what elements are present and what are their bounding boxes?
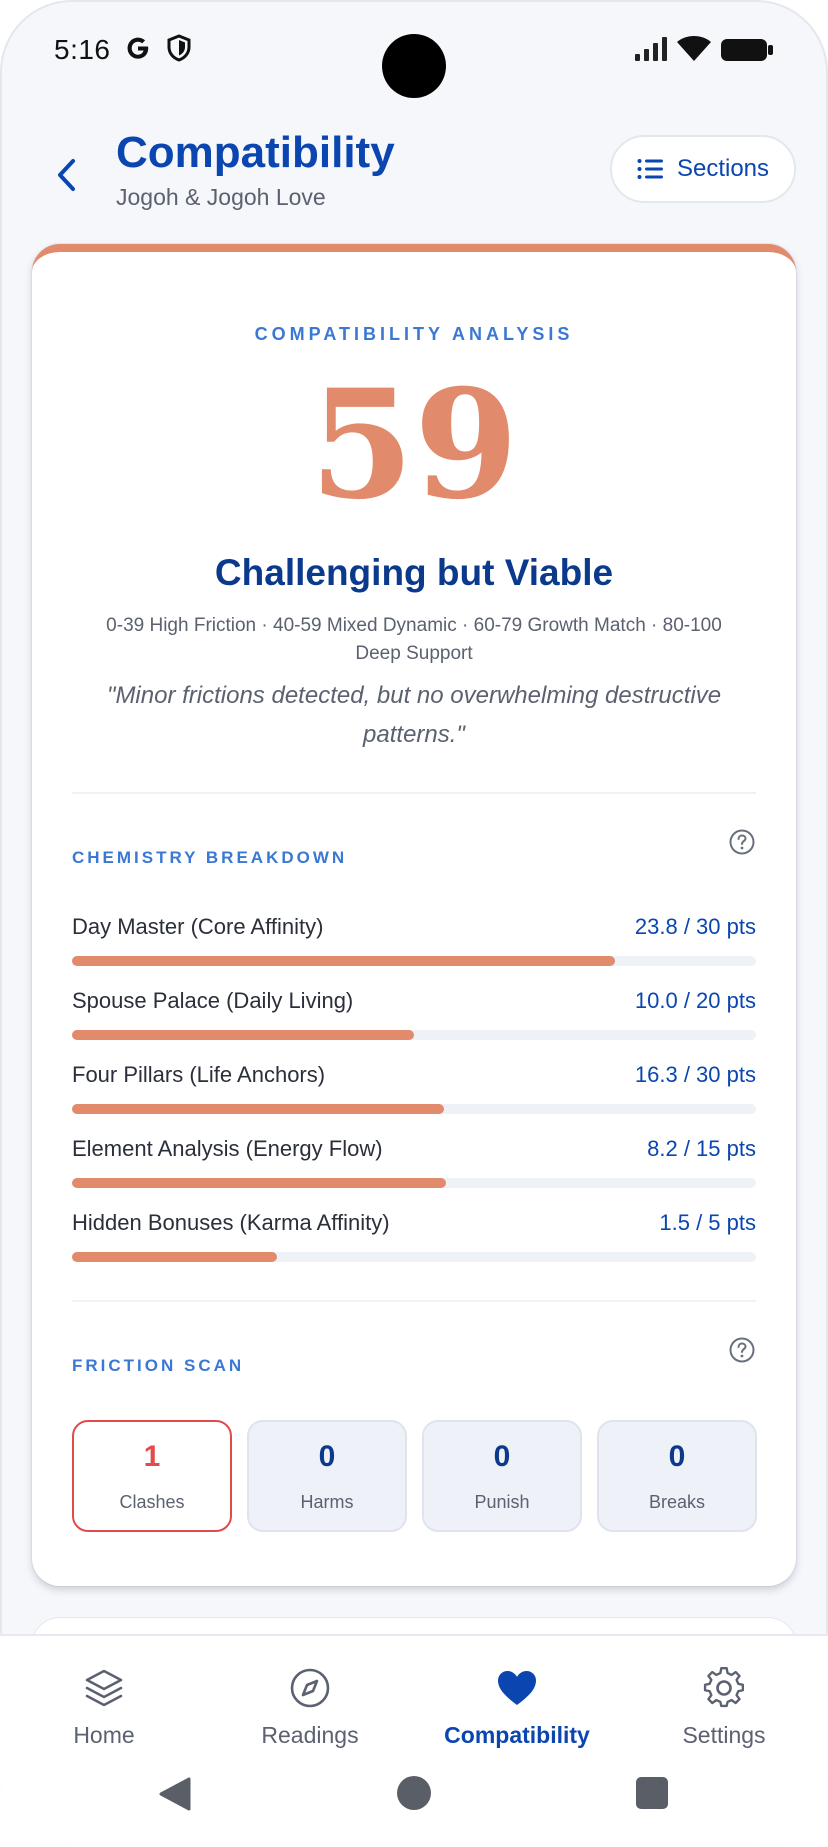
chevron-left-icon [58, 159, 75, 191]
front-camera [382, 34, 446, 98]
nav-label: Readings [261, 1722, 359, 1748]
friction-name: Punish [474, 1492, 530, 1512]
friction-breaks[interactable]: 0 Breaks [597, 1420, 757, 1532]
system-recents-button[interactable] [636, 1777, 668, 1809]
sections-label: Sections [676, 155, 770, 182]
signal-icon [635, 37, 667, 61]
nav-label: Settings [682, 1722, 766, 1748]
status-bar: 5:16 [0, 0, 828, 100]
metric-fill [72, 1030, 414, 1040]
system-back-icon[interactable] [158, 1776, 192, 1812]
metric-value: 23.8 / 30 pts [634, 914, 756, 939]
metric-value: 16.3 / 30 pts [634, 1062, 756, 1087]
chemistry-metric: Hidden Bonuses (Karma Affinity) 1.5 / 5 … [72, 1210, 756, 1270]
gear-icon [703, 1666, 745, 1708]
chemistry-metric: Four Pillars (Life Anchors) 16.3 / 30 pt… [72, 1062, 756, 1122]
compatibility-card: COMPATIBILITY ANALYSIS 59 Challenging bu… [32, 244, 796, 1586]
wifi-icon [677, 36, 711, 61]
back-button[interactable] [46, 150, 86, 200]
metric-fill [72, 956, 615, 966]
friction-count: 0 [493, 1440, 511, 1473]
friction-clashes[interactable]: 1 Clashes [72, 1420, 232, 1532]
metric-label: Element Analysis (Energy Flow) [72, 1136, 383, 1161]
metric-label: Hidden Bonuses (Karma Affinity) [72, 1210, 390, 1235]
status-time: 5:16 [54, 34, 111, 65]
friction-scan-label: FRICTION SCAN [72, 1356, 245, 1375]
metric-fill [72, 1104, 444, 1114]
metric-track [72, 956, 756, 966]
friction-count: 1 [143, 1440, 161, 1473]
layers-icon [85, 1669, 123, 1707]
nav-label: Home [73, 1722, 135, 1748]
help-icon[interactable] [728, 1336, 756, 1364]
metric-fill [72, 1178, 446, 1188]
friction-name: Harms [300, 1492, 354, 1512]
metric-value: 1.5 / 5 pts [659, 1210, 756, 1235]
metric-track [72, 1030, 756, 1040]
page-subtitle: Jogoh & Jogoh Love [116, 184, 326, 210]
chemistry-metric: Element Analysis (Energy Flow) 8.2 / 15 … [72, 1136, 756, 1196]
friction-name: Breaks [648, 1492, 706, 1512]
metric-label: Day Master (Core Affinity) [72, 914, 324, 939]
list-icon [637, 159, 663, 179]
chemistry-metric: Spouse Palace (Daily Living) 10.0 / 20 p… [72, 988, 756, 1048]
friction-count: 0 [318, 1440, 336, 1473]
friction-punish[interactable]: 0 Punish [422, 1420, 582, 1532]
metric-track [72, 1178, 756, 1188]
nav-label: Compatibility [444, 1722, 590, 1748]
system-nav-bar [0, 1760, 828, 1840]
help-icon[interactable] [728, 828, 756, 856]
friction-count: 0 [668, 1440, 686, 1473]
divider [72, 1300, 756, 1302]
metric-label: Spouse Palace (Daily Living) [72, 988, 354, 1013]
analysis-quote: "Minor frictions detected, but no overwh… [106, 682, 722, 748]
metric-value: 10.0 / 20 pts [634, 988, 756, 1013]
metric-label: Four Pillars (Life Anchors) [72, 1062, 326, 1087]
score-scale-legend: 0-39 High Friction · 40-59 Mixed Dynamic… [106, 615, 722, 664]
google-icon [127, 37, 149, 59]
metric-track [72, 1252, 756, 1262]
app-header: Compatibility Jogoh & Jogoh Love Section… [0, 120, 828, 230]
friction-name: Clashes [119, 1492, 185, 1512]
system-home-button[interactable] [397, 1776, 431, 1810]
compass-icon [290, 1668, 330, 1708]
divider [72, 792, 756, 794]
heart-icon [498, 1671, 536, 1705]
friction-harms[interactable]: 0 Harms [247, 1420, 407, 1532]
verdict-title: Challenging but Viable [214, 552, 614, 593]
battery-icon [721, 39, 773, 61]
analysis-eyebrow: COMPATIBILITY ANALYSIS [254, 324, 574, 344]
shield-icon [167, 34, 191, 62]
compatibility-score: 59 [309, 357, 519, 533]
chemistry-metric: Day Master (Core Affinity) 23.8 / 30 pts [72, 914, 756, 974]
metric-value: 8.2 / 15 pts [647, 1136, 756, 1161]
chemistry-breakdown-label: CHEMISTRY BREAKDOWN [72, 848, 348, 867]
page-title: Compatibility [116, 128, 395, 177]
phone-screen: 5:16 Compatibility Jogoh & Jogoh Love Se… [0, 0, 828, 1847]
metric-track [72, 1104, 756, 1114]
sections-button[interactable]: Sections [610, 135, 796, 203]
metric-fill [72, 1252, 278, 1262]
